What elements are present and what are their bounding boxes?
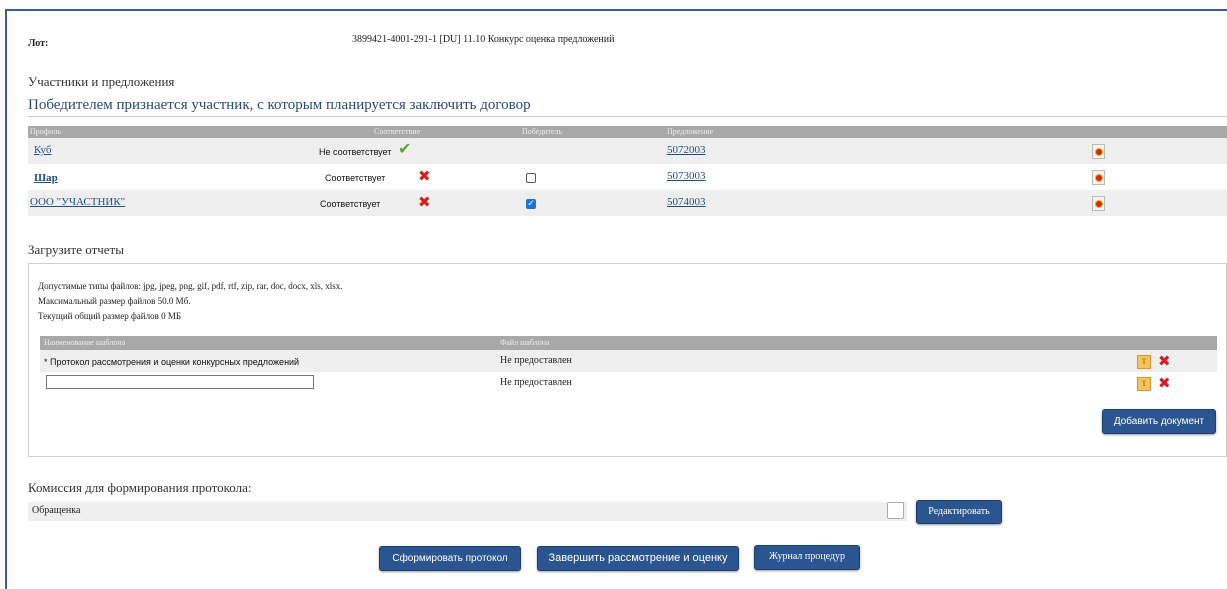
add-document-button[interactable]: Добавить документ bbox=[1102, 409, 1216, 434]
table-row: ООО "УЧАСТНИК" Соответствует ✖ ✓ 5074003 bbox=[28, 190, 1227, 216]
award-icon[interactable] bbox=[1092, 144, 1105, 159]
table-row: Шар Соответствует ✖ 5073003 bbox=[28, 164, 1227, 190]
participants-table: Профиль Соответствие Победитель Предложе… bbox=[28, 126, 1227, 216]
participant-link[interactable]: ООО "УЧАСТНИК" bbox=[30, 196, 125, 208]
template-name-input[interactable] bbox=[46, 375, 314, 389]
column-header-template-file: Файл шаблона bbox=[500, 338, 550, 347]
templates-table: Наименование шаблона Файл шаблона * Прот… bbox=[40, 336, 1217, 394]
column-header-template-name: Наименование шаблона bbox=[44, 338, 126, 347]
commission-value: Обращенка bbox=[32, 505, 81, 516]
column-header-winner: Победитель bbox=[522, 127, 563, 136]
form-protocol-button[interactable]: Сформировать протокол bbox=[379, 546, 521, 571]
red-x-icon[interactable]: ✖ bbox=[418, 169, 431, 184]
participant-link[interactable]: Куб bbox=[34, 144, 51, 156]
red-x-icon[interactable]: ✖ bbox=[418, 195, 431, 210]
lot-label: Лот: bbox=[28, 38, 49, 49]
table-row: Куб Не соответствует ✔ 5072003 bbox=[28, 138, 1227, 164]
max-file-size: Максимальный размер файлов 50.0 Мб. bbox=[38, 296, 191, 306]
template-file-status: Не предоставлен bbox=[500, 377, 572, 388]
compliance-status: Соответствует bbox=[320, 199, 381, 209]
procedure-journal-button[interactable]: Журнал процедур bbox=[754, 545, 860, 570]
templates-table-header: Наименование шаблона Файл шаблона bbox=[40, 336, 1217, 350]
table-row: * Протокол рассмотрения и оценки конкурс… bbox=[40, 350, 1217, 372]
participants-table-header: Профиль Соответствие Победитель Предложе… bbox=[28, 126, 1227, 138]
participant-link[interactable]: Шар bbox=[34, 172, 58, 184]
edit-button[interactable]: Редактировать bbox=[916, 500, 1002, 524]
delete-icon[interactable]: ✖ bbox=[1158, 354, 1171, 369]
divider bbox=[28, 116, 1227, 117]
commission-select-box[interactable] bbox=[887, 502, 904, 519]
offer-link[interactable]: 5072003 bbox=[667, 144, 706, 156]
commission-title: Комиссия для формирования протокола: bbox=[28, 480, 252, 495]
table-row: Не предоставлен ⇧ ✖ bbox=[40, 372, 1217, 394]
offer-link[interactable]: 5073003 bbox=[667, 170, 706, 182]
upload-icon[interactable]: ⇧ bbox=[1137, 377, 1151, 391]
upload-icon[interactable]: ⇧ bbox=[1137, 355, 1151, 369]
column-header-profile: Профиль bbox=[30, 127, 61, 136]
offer-link[interactable]: 5074003 bbox=[667, 196, 706, 208]
compliance-status: Соответствует bbox=[325, 173, 386, 183]
compliance-status: Не соответствует bbox=[319, 147, 392, 157]
column-header-compliance: Соответствие bbox=[374, 127, 421, 136]
green-check-icon[interactable]: ✔ bbox=[398, 141, 411, 157]
winner-checkbox[interactable] bbox=[526, 173, 536, 183]
winner-rule-title: Победителем признается участник, с котор… bbox=[28, 97, 531, 113]
upload-section-title: Загрузите отчеты bbox=[28, 242, 124, 257]
award-icon[interactable] bbox=[1092, 170, 1105, 185]
participants-section-title: Участники и предложения bbox=[28, 74, 175, 89]
winner-checkbox-checked[interactable]: ✓ bbox=[526, 199, 536, 209]
allowed-file-types: Допустимые типы файлов: jpg, jpeg, png, … bbox=[38, 281, 343, 291]
current-file-size: Текущий общий размер файлов 0 МБ bbox=[38, 311, 182, 321]
finish-review-button[interactable]: Завершить рассмотрение и оценку bbox=[537, 546, 739, 571]
lot-value: 3899421-4001-291-1 [DU] 11.10 Конкурс оц… bbox=[352, 34, 615, 45]
commission-row: Обращенка bbox=[28, 502, 907, 521]
column-header-offer: Предложение bbox=[667, 127, 714, 136]
delete-icon[interactable]: ✖ bbox=[1158, 376, 1171, 391]
award-icon[interactable] bbox=[1092, 196, 1105, 211]
template-file-status: Не предоставлен bbox=[500, 355, 572, 366]
template-name: * Протокол рассмотрения и оценки конкурс… bbox=[44, 357, 300, 367]
